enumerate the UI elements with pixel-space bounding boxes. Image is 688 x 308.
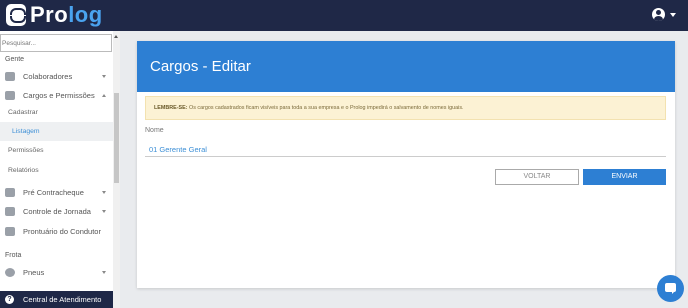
sidebar-item-pneus[interactable]: Pneus (0, 263, 113, 282)
top-bar: Prolog (0, 0, 688, 31)
edit-card: Cargos - Editar LEMBRE-SE: Os cargos cad… (137, 41, 675, 288)
chevron-up-icon (102, 94, 106, 97)
sidebar-item-prontuario[interactable]: Prontuário do Condutor (0, 222, 113, 241)
scroll-up-arrow-icon[interactable] (114, 35, 118, 38)
name-field[interactable] (145, 142, 666, 157)
logo-text-suffix: log (68, 2, 103, 27)
logo-text: Prolog (30, 4, 103, 26)
notice-alert: LEMBRE-SE: Os cargos cadastrados ficam v… (145, 96, 666, 120)
central-atendimento-button[interactable]: ? Central de Atendimento (0, 291, 113, 308)
prolog-logo-icon (6, 4, 26, 26)
prolog-logo[interactable]: Prolog (6, 4, 103, 26)
chat-icon[interactable] (657, 275, 684, 302)
chevron-down-icon (102, 210, 106, 213)
section-label-frota: Frota (5, 252, 22, 259)
name-field-label: Nome (145, 127, 164, 134)
sidebar-subitem-permissoes[interactable]: Permissões (0, 141, 113, 160)
send-button[interactable]: ENVIAR (583, 169, 666, 185)
clock-icon (5, 207, 15, 216)
sidebar-item-label: Prontuário do Condutor (23, 227, 101, 236)
badge-icon (5, 91, 15, 100)
caret-down-icon (670, 12, 676, 17)
chevron-down-icon (102, 191, 106, 194)
help-icon: ? (5, 295, 14, 304)
sidebar-item-controle-jornada[interactable]: Controle de Jornada (0, 202, 113, 221)
sidebar-subitem-cadastrar[interactable]: Cadastrar (0, 103, 113, 122)
sidebar-item-label: Pré Contracheque (23, 188, 84, 197)
notice-label: LEMBRE-SE: (154, 105, 188, 111)
sidebar-item-label: Controle de Jornada (23, 207, 91, 216)
sidebar-item-pre-contracheque[interactable]: Pré Contracheque (0, 183, 113, 202)
account-menu[interactable] (652, 8, 676, 21)
account-circle-icon (652, 8, 665, 21)
section-label-gente: Gente (5, 56, 25, 63)
notice-text: Os cargos cadastrados ficam visíveis par… (187, 105, 464, 111)
sidebar-subitem-listagem[interactable]: Listagem (0, 122, 113, 141)
sidebar: Gente Colaboradores Cargos e Permissões … (0, 31, 120, 308)
sidebar-item-label: Cargos e Permissões (23, 91, 95, 100)
sidebar-item-label: Colaboradores (23, 72, 73, 81)
logo-text-prefix: Pro (30, 2, 69, 27)
page-title: Cargos - Editar (150, 58, 251, 75)
people-icon (5, 72, 15, 81)
back-button[interactable]: VOLTAR (495, 169, 579, 185)
sidebar-subitem-relatorios[interactable]: Relatórios (0, 161, 113, 180)
search-input[interactable] (0, 34, 112, 52)
sidebar-item-colaboradores[interactable]: Colaboradores (0, 67, 113, 86)
chevron-down-icon (102, 75, 106, 78)
sidebar-item-label: Pneus (23, 268, 45, 277)
central-atendimento-label: Central de Atendimento (23, 295, 102, 304)
chevron-down-icon (102, 271, 106, 274)
card-header: Cargos - Editar (137, 41, 675, 92)
tire-icon (5, 268, 15, 277)
book-icon (5, 227, 15, 236)
wallet-icon (5, 188, 15, 197)
scrollbar-thumb[interactable] (114, 93, 119, 183)
